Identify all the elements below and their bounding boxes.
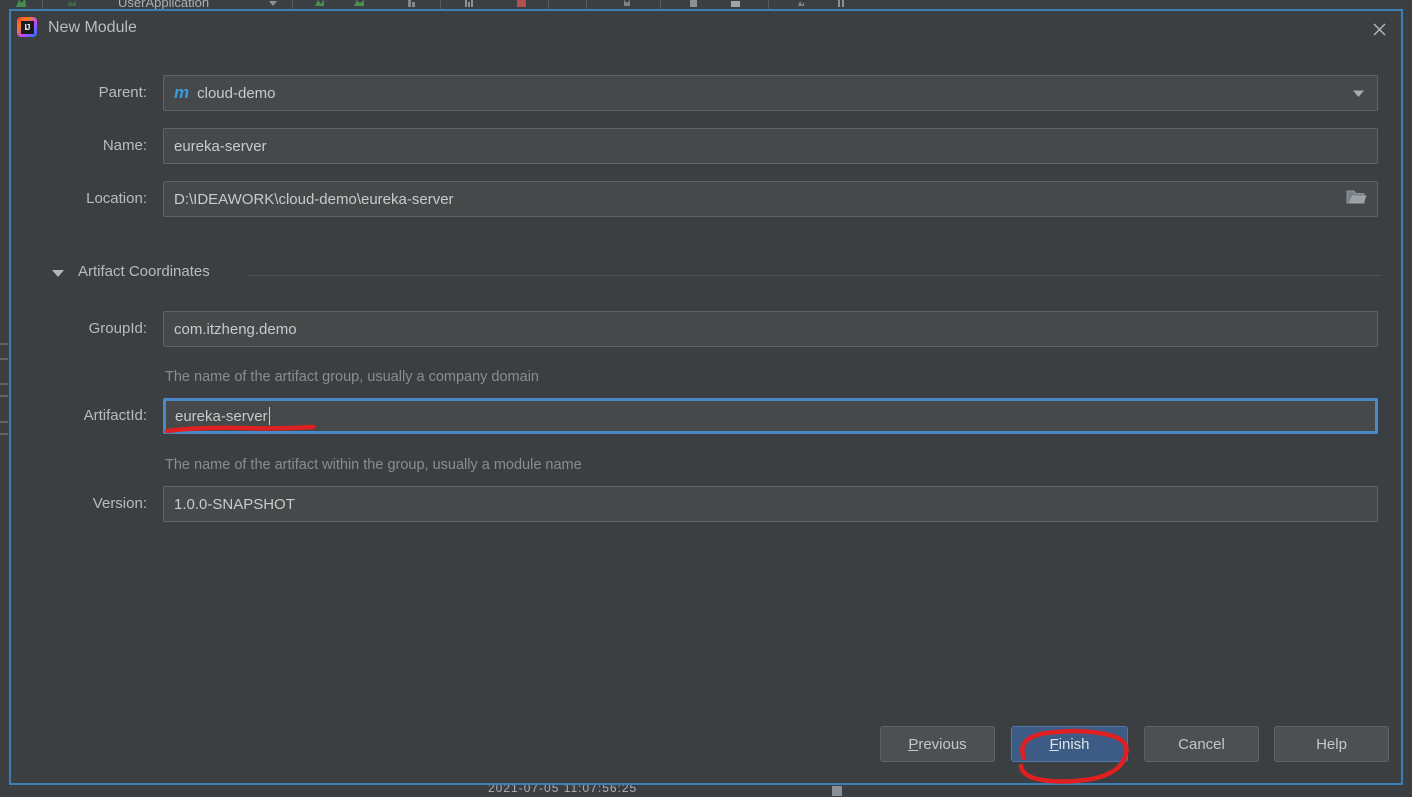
location-input[interactable]: D:\IDEAWORK\cloud-demo\eureka-server [163, 181, 1378, 217]
parent-combobox[interactable]: m cloud-demo [163, 75, 1378, 111]
artifactid-value: eureka-server [175, 407, 268, 425]
dialog-title: New Module [48, 19, 137, 36]
parent-value: cloud-demo [197, 84, 276, 102]
parent-row: Parent: m cloud-demo [11, 75, 1401, 111]
maven-module-icon: m [174, 83, 190, 102]
triangle-down-icon[interactable] [52, 270, 64, 277]
folder-open-icon[interactable] [1345, 188, 1367, 210]
artifactid-row: ArtifactId: eureka-server [11, 398, 1401, 434]
location-row: Location: D:\IDEAWORK\cloud-demo\eureka-… [11, 181, 1401, 217]
section-divider [248, 275, 1382, 276]
artifact-coordinates-section-header[interactable]: Artifact Coordinates [52, 263, 1382, 287]
name-value: eureka-server [174, 137, 267, 155]
status-bar-indicator [832, 786, 842, 796]
groupid-row: GroupId: com.itzheng.demo [11, 311, 1401, 347]
finish-button[interactable]: Finish [1011, 726, 1128, 762]
name-input[interactable]: eureka-server [163, 128, 1378, 164]
previous-mnemonic: P [908, 735, 919, 753]
version-label: Version: [92, 495, 147, 512]
text-caret [268, 407, 270, 425]
parent-label: Parent: [98, 84, 147, 101]
artifactid-label: ArtifactId: [83, 407, 147, 424]
ide-status-bar: 2021-07-05 11:07:56:25 [0, 785, 1412, 797]
artifact-coordinates-title: Artifact Coordinates [78, 263, 210, 280]
help-button[interactable]: Help [1274, 726, 1389, 762]
new-module-dialog: IJ New Module Parent: m cloud-demo Name:… [9, 9, 1403, 785]
dialog-button-bar: Previous Finish Cancel Help [11, 713, 1401, 783]
groupid-label: GroupId: [88, 320, 147, 337]
dialog-titlebar: IJ New Module [11, 11, 1401, 47]
app-icon-letters: IJ [20, 20, 34, 34]
cancel-button[interactable]: Cancel [1144, 726, 1259, 762]
name-label: Name: [102, 137, 147, 154]
groupid-value: com.itzheng.demo [174, 320, 297, 338]
finish-button-label-rest: inish [1058, 735, 1090, 753]
artifactid-hint: The name of the artifact within the grou… [165, 457, 582, 473]
version-input[interactable]: 1.0.0-SNAPSHOT [163, 486, 1378, 522]
finish-mnemonic: F [1049, 735, 1059, 753]
name-row: Name: eureka-server [11, 128, 1401, 164]
previous-button-label-rest: revious [918, 735, 967, 753]
location-label: Location: [86, 190, 147, 207]
status-bar-timestamp: 2021-07-05 11:07:56:25 [488, 785, 638, 795]
groupid-input[interactable]: com.itzheng.demo [163, 311, 1378, 347]
chevron-down-icon[interactable] [1352, 85, 1365, 102]
version-value: 1.0.0-SNAPSHOT [174, 495, 295, 513]
intellij-idea-logo-icon: IJ [17, 17, 37, 37]
artifactid-input[interactable]: eureka-server [163, 398, 1378, 434]
version-row: Version: 1.0.0-SNAPSHOT [11, 486, 1401, 522]
groupid-hint: The name of the artifact group, usually … [165, 369, 539, 385]
location-value: D:\IDEAWORK\cloud-demo\eureka-server [174, 190, 454, 208]
close-icon[interactable] [1363, 15, 1395, 43]
previous-button[interactable]: Previous [880, 726, 995, 762]
